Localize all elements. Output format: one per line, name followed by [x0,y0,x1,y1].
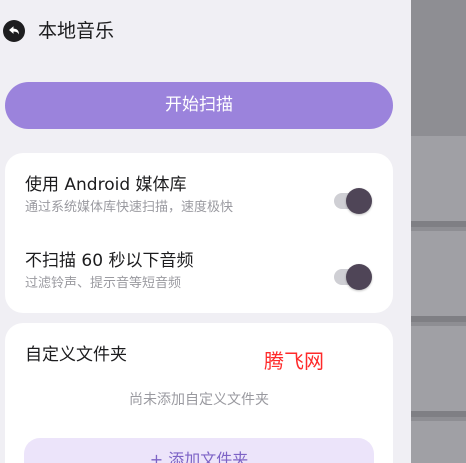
page-title: 本地音乐 [38,20,115,42]
setting-title: 不扫描 60 秒以下音频 [25,251,194,271]
add-folder-button[interactable]: + 添加文件夹 [24,438,374,463]
background-panel [411,421,466,463]
top-bar: 本地音乐 [0,0,411,60]
setting-row-use-android-media-library[interactable]: 使用 Android 媒体库 通过系统媒体库快速扫描，速度极快 [5,173,393,233]
back-arrow-icon[interactable] [3,20,25,42]
media-library-settings-card: 使用 Android 媒体库 通过系统媒体库快速扫描，速度极快 不扫描 60 秒… [5,153,393,313]
use-media-library-toggle[interactable] [334,187,372,215]
setting-row-skip-short-audio[interactable]: 不扫描 60 秒以下音频 过滤铃声、提示音等短音频 [5,249,393,309]
start-scan-button[interactable]: 开始扫描 [5,82,393,129]
local-music-screen: 本地音乐 开始扫描 使用 Android 媒体库 通过系统媒体库快速扫描，速度极… [0,0,411,463]
custom-folders-title: 自定义文件夹 [25,345,127,365]
background-divider [411,316,466,322]
background-panel [411,136,466,221]
custom-folders-empty-state: 尚未添加自定义文件夹 [129,392,269,408]
setting-title: 使用 Android 媒体库 [25,175,187,195]
background-panel [411,326,466,411]
back-arrow-glyph [9,26,19,35]
watermark-text: 腾飞网 [264,349,324,373]
setting-description: 过滤铃声、提示音等短音频 [25,276,182,291]
custom-folders-card: 自定义文件夹 尚未添加自定义文件夹 + 添加文件夹 [5,323,393,463]
background-divider [411,221,466,227]
background-divider [411,411,466,417]
setting-description: 通过系统媒体库快速扫描，速度极快 [25,200,234,215]
skip-short-audio-toggle[interactable] [334,263,372,291]
toggle-knob [346,264,372,290]
background-panel [411,231,466,316]
toggle-knob [346,188,372,214]
background-screen-peek [411,0,466,463]
